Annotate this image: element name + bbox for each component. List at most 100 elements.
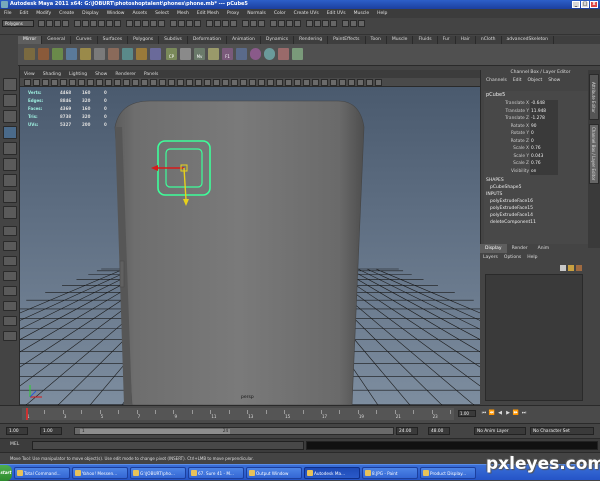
viewport-toolbar-icon[interactable]: [33, 79, 40, 86]
channel-menu-edit[interactable]: Edit: [510, 78, 525, 83]
shelf-icon-cp[interactable]: CP: [166, 48, 177, 60]
viewport-toolbar-icon[interactable]: [51, 79, 58, 86]
menu-item-proxy[interactable]: Proxy: [223, 9, 243, 18]
menu-item-mesh[interactable]: Mesh: [173, 9, 193, 18]
new-layer-selected-icon[interactable]: [568, 265, 574, 271]
status-tool-icon[interactable]: [98, 20, 105, 27]
layer-list[interactable]: [485, 274, 583, 401]
playback-end-field[interactable]: 24.00: [396, 427, 418, 435]
status-tool-icon[interactable]: [62, 20, 69, 27]
play-back-icon[interactable]: ◀: [496, 409, 504, 417]
shelf-tab-advancedskeleton[interactable]: advancedSkeleton: [502, 36, 554, 44]
go-to-end-icon[interactable]: ⏭: [520, 409, 528, 417]
viewport-persp[interactable]: Verts: 4468 160 0 Edges: 8846 320 0 Faces: 4369 16…: [20, 87, 480, 405]
attribute-value[interactable]: 90: [530, 122, 558, 130]
viewport-toolbar-icon[interactable]: [168, 79, 175, 86]
viewport-toolbar-icon[interactable]: [123, 79, 130, 86]
menu-item-edit-uvs[interactable]: Edit UVs: [323, 9, 350, 18]
viewport-toolbar-icon[interactable]: [186, 79, 193, 86]
go-to-start-icon[interactable]: ⏮: [480, 409, 488, 417]
status-tool-icon[interactable]: [74, 20, 81, 27]
viewport-toolbar-icon[interactable]: [357, 79, 364, 86]
end-time-field[interactable]: 48.00: [428, 427, 450, 435]
close-button[interactable]: x: [590, 1, 598, 8]
channel-box-tab[interactable]: Channel Box / Layer Editor: [589, 124, 599, 184]
attribute-value[interactable]: 0: [530, 130, 558, 138]
shelf-icon-6[interactable]: [94, 48, 105, 60]
menu-item-muscle[interactable]: Muscle: [350, 9, 374, 18]
menu-item-file[interactable]: File: [0, 9, 16, 18]
shelf-tab-general[interactable]: General: [42, 36, 71, 44]
menu-item-select[interactable]: Select: [151, 9, 173, 18]
menu-set-dropdown[interactable]: Polygons: [2, 20, 34, 27]
shelf-icon-2[interactable]: [38, 48, 49, 60]
shelf-icon-9[interactable]: [136, 48, 147, 60]
paint-select-icon[interactable]: [3, 110, 17, 123]
viewport-toolbar-icon[interactable]: [87, 79, 94, 86]
range-handle[interactable]: 1 24: [80, 428, 230, 434]
layer-menu-options[interactable]: Options: [501, 255, 524, 260]
attribute-row[interactable]: Scale Y 0.043: [484, 152, 588, 160]
layer-options-icon[interactable]: [576, 265, 582, 271]
taskbar-button[interactable]: Product Display...: [420, 467, 476, 479]
move-tool-icon[interactable]: [3, 126, 17, 139]
menu-item-assets[interactable]: Assets: [128, 9, 151, 18]
status-tool-icon[interactable]: [186, 20, 193, 27]
status-tool-icon[interactable]: [82, 20, 89, 27]
shelf-icon-5[interactable]: [80, 48, 91, 60]
shelf-icon-15[interactable]: [278, 48, 289, 60]
viewport-toolbar-icon[interactable]: [285, 79, 292, 86]
shelf-icon-f1[interactable]: F1: [222, 48, 233, 60]
status-tool-icon[interactable]: [158, 20, 165, 27]
status-tool-icon[interactable]: [46, 20, 53, 27]
layout-graph-icon[interactable]: [3, 286, 17, 296]
maximize-button[interactable]: □: [581, 1, 589, 8]
attribute-row[interactable]: Rotate X 90: [484, 122, 588, 130]
viewport-toolbar-icon[interactable]: [312, 79, 319, 86]
status-tool-icon[interactable]: [54, 20, 61, 27]
shelf-tab-muscle[interactable]: Muscle: [387, 36, 414, 44]
sphere-icon[interactable]: [250, 48, 261, 60]
status-tool-icon[interactable]: [342, 20, 349, 27]
status-tool-icon[interactable]: [278, 20, 285, 27]
attribute-row[interactable]: Translate X -0.648: [484, 100, 588, 108]
status-tool-icon[interactable]: [230, 20, 237, 27]
shelf-icon-8[interactable]: [122, 48, 133, 60]
status-tool-icon[interactable]: [222, 20, 229, 27]
menu-item-help[interactable]: Help: [373, 9, 391, 18]
shape-node[interactable]: pCubeShape5: [484, 184, 588, 191]
shelf-icon-7[interactable]: [108, 48, 119, 60]
viewport-toolbar-icon[interactable]: [141, 79, 148, 86]
viewport-toolbar-icon[interactable]: [69, 79, 76, 86]
taskbar-button[interactable]: Output Window: [246, 467, 302, 479]
shelf-icon-14[interactable]: [264, 48, 275, 60]
manipulator-icon[interactable]: [3, 174, 17, 187]
viewport-toolbar-icon[interactable]: [348, 79, 355, 86]
attribute-value[interactable]: on: [530, 167, 558, 175]
shelf-icon-10[interactable]: [150, 48, 161, 60]
shelf-icon-11[interactable]: [180, 48, 191, 60]
viewport-toolbar-icon[interactable]: [303, 79, 310, 86]
attribute-value[interactable]: 0.76: [530, 160, 558, 168]
channel-menu-channels[interactable]: Channels: [483, 78, 510, 83]
viewport-toolbar-icon[interactable]: [258, 79, 265, 86]
status-tool-icon[interactable]: [258, 20, 265, 27]
status-tool-icon[interactable]: [142, 20, 149, 27]
viewport-toolbar-icon[interactable]: [42, 79, 49, 86]
taskbar-button[interactable]: Yahoo! Messen...: [72, 467, 128, 479]
attribute-value[interactable]: 0.043: [530, 152, 558, 160]
menu-item-window[interactable]: Window: [103, 9, 129, 18]
viewport-toolbar-icon[interactable]: [330, 79, 337, 86]
start-time-field[interactable]: 1.00: [6, 427, 28, 435]
shelf-tab-rendering[interactable]: Rendering: [294, 36, 329, 44]
layout-single-icon[interactable]: [3, 226, 17, 236]
attribute-row[interactable]: Translate Y 11.948: [484, 107, 588, 115]
shelf-tab-toon[interactable]: Toon: [366, 36, 387, 44]
status-tool-icon[interactable]: [214, 20, 221, 27]
status-tool-icon[interactable]: [250, 20, 257, 27]
menu-item-modify[interactable]: Modify: [32, 9, 55, 18]
status-tool-icon[interactable]: [358, 20, 365, 27]
object-name[interactable]: pCube5: [484, 91, 588, 100]
command-input[interactable]: [32, 441, 304, 450]
attribute-row[interactable]: Scale Z 0.76: [484, 160, 588, 168]
